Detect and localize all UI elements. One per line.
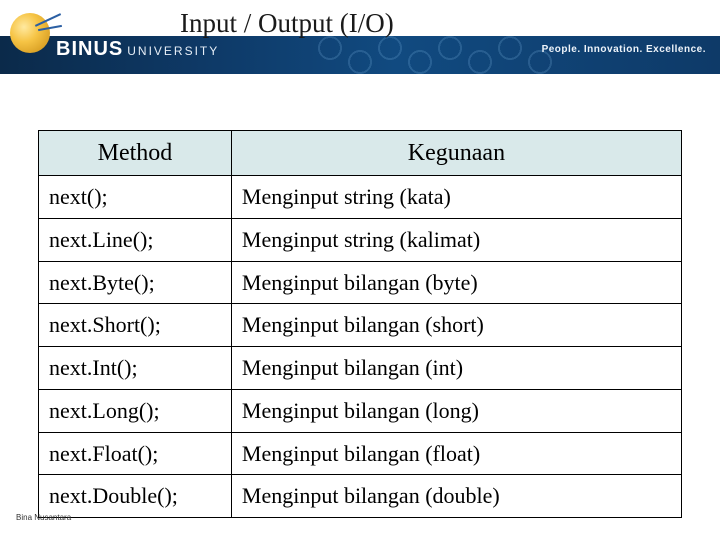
cell-use: Menginput bilangan (double) — [231, 475, 681, 518]
brand-wordmark: BINUS UNIVERSITY — [56, 38, 219, 61]
brand-logo: BINUS UNIVERSITY — [10, 0, 219, 74]
cell-method: next(); — [39, 176, 232, 219]
cell-method: next.Int(); — [39, 347, 232, 390]
brand-name: BINUS — [56, 38, 123, 61]
table-row: next.Double(); Menginput bilangan (doubl… — [39, 475, 682, 518]
cell-method: next.Float(); — [39, 432, 232, 475]
table-row: next.Byte(); Menginput bilangan (byte) — [39, 261, 682, 304]
methods-table: Method Kegunaan next(); Menginput string… — [38, 130, 682, 518]
footer-note: Bina Nusantara — [16, 513, 71, 522]
cell-use: Menginput bilangan (int) — [231, 347, 681, 390]
table-row: next.Short(); Menginput bilangan (short) — [39, 304, 682, 347]
table-row: next.Int(); Menginput bilangan (int) — [39, 347, 682, 390]
cell-use: Menginput string (kata) — [231, 176, 681, 219]
col-header-method: Method — [39, 131, 232, 176]
cell-method: next.Double(); — [39, 475, 232, 518]
cell-method: next.Long(); — [39, 389, 232, 432]
cell-method: next.Short(); — [39, 304, 232, 347]
slide-header: Input / Output (I/O) BINUS UNIVERSITY Pe… — [0, 0, 720, 74]
cell-method: next.Line(); — [39, 219, 232, 262]
cell-use: Menginput string (kalimat) — [231, 219, 681, 262]
cell-use: Menginput bilangan (long) — [231, 389, 681, 432]
globe-icon — [10, 13, 50, 53]
table-row: next.Float(); Menginput bilangan (float) — [39, 432, 682, 475]
header-wave-pattern — [310, 36, 570, 74]
brand-tagline: People. Innovation. Excellence. — [542, 44, 706, 55]
table-row: next.Long(); Menginput bilangan (long) — [39, 389, 682, 432]
col-header-use: Kegunaan — [231, 131, 681, 176]
brand-suffix: UNIVERSITY — [127, 44, 219, 58]
slide-content: Method Kegunaan next(); Menginput string… — [0, 74, 720, 518]
cell-use: Menginput bilangan (byte) — [231, 261, 681, 304]
table-row: next.Line(); Menginput string (kalimat) — [39, 219, 682, 262]
table-row: next(); Menginput string (kata) — [39, 176, 682, 219]
cell-use: Menginput bilangan (float) — [231, 432, 681, 475]
cell-method: next.Byte(); — [39, 261, 232, 304]
table-header-row: Method Kegunaan — [39, 131, 682, 176]
cell-use: Menginput bilangan (short) — [231, 304, 681, 347]
